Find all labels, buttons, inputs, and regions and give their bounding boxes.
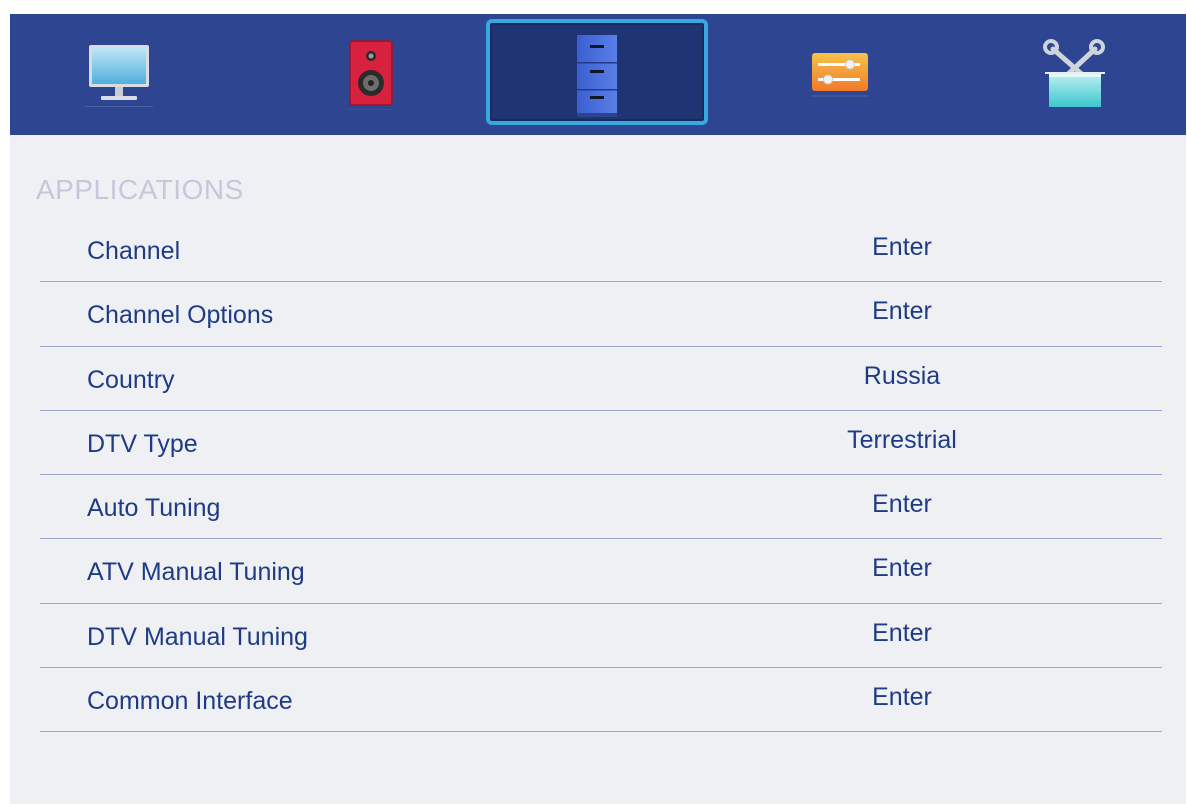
menu-item-channel-options[interactable]: Channel Options Enter bbox=[10, 288, 1186, 352]
menu-item-value: Enter bbox=[872, 554, 932, 583]
menu-item-value: Enter bbox=[872, 297, 932, 326]
menu-item-value: Russia bbox=[863, 361, 941, 390]
tab-sound[interactable] bbox=[330, 14, 410, 135]
row-divider bbox=[40, 281, 1162, 283]
menu-list: Channel Enter Channel Options Enter Coun… bbox=[10, 224, 1186, 738]
tv-monitor-icon bbox=[85, 44, 153, 107]
sliders-icon bbox=[812, 52, 868, 97]
row-divider bbox=[40, 602, 1162, 604]
tab-settings[interactable] bbox=[785, 14, 895, 135]
menu-item-auto-tuning[interactable]: Auto Tuning Enter bbox=[10, 481, 1186, 545]
menu-item-country[interactable]: Country Russia bbox=[10, 353, 1186, 417]
menu-item-atv-manual-tuning[interactable]: ATV Manual Tuning Enter bbox=[10, 545, 1186, 609]
menu-item-label: DTV Manual Tuning bbox=[87, 622, 308, 651]
row-divider bbox=[40, 731, 1162, 733]
menu-item-value: Terrestrial bbox=[847, 425, 957, 454]
menu-item-value: Enter bbox=[872, 683, 932, 712]
tab-applications[interactable] bbox=[486, 14, 708, 135]
menu-item-value: Enter bbox=[872, 490, 932, 519]
speaker-icon bbox=[348, 39, 394, 110]
menu-item-dtv-type[interactable]: DTV Type Terrestrial bbox=[10, 417, 1186, 481]
tab-bar bbox=[10, 14, 1186, 135]
tab-tools[interactable] bbox=[1020, 14, 1130, 135]
menu-item-label: Channel Options bbox=[87, 301, 274, 330]
menu-item-label: Common Interface bbox=[87, 687, 293, 716]
tab-picture[interactable] bbox=[65, 14, 175, 135]
menu-item-label: Channel bbox=[87, 237, 181, 265]
menu-item-value: Enter bbox=[872, 233, 932, 261]
menu-item-label: Country bbox=[87, 365, 175, 394]
menu-item-label: Auto Tuning bbox=[87, 494, 221, 523]
cabinet-icon bbox=[577, 34, 617, 117]
menu-item-channel[interactable]: Channel Enter bbox=[10, 224, 1186, 288]
menu-item-dtv-manual-tuning[interactable]: DTV Manual Tuning Enter bbox=[10, 610, 1186, 674]
menu-item-label: ATV Manual Tuning bbox=[87, 558, 305, 587]
row-divider bbox=[40, 345, 1162, 347]
menu-panel: APPLICATIONS Channel Enter Channel Optio… bbox=[10, 14, 1186, 804]
section-title: APPLICATIONS bbox=[36, 174, 244, 205]
tools-icon bbox=[1043, 38, 1105, 107]
menu-item-common-interface[interactable]: Common Interface Enter bbox=[10, 674, 1186, 738]
row-divider bbox=[40, 667, 1162, 669]
row-divider bbox=[40, 538, 1162, 540]
menu-item-value: Enter bbox=[872, 618, 932, 647]
row-divider bbox=[40, 474, 1162, 476]
menu-item-label: DTV Type bbox=[87, 429, 198, 458]
row-divider bbox=[40, 409, 1162, 411]
